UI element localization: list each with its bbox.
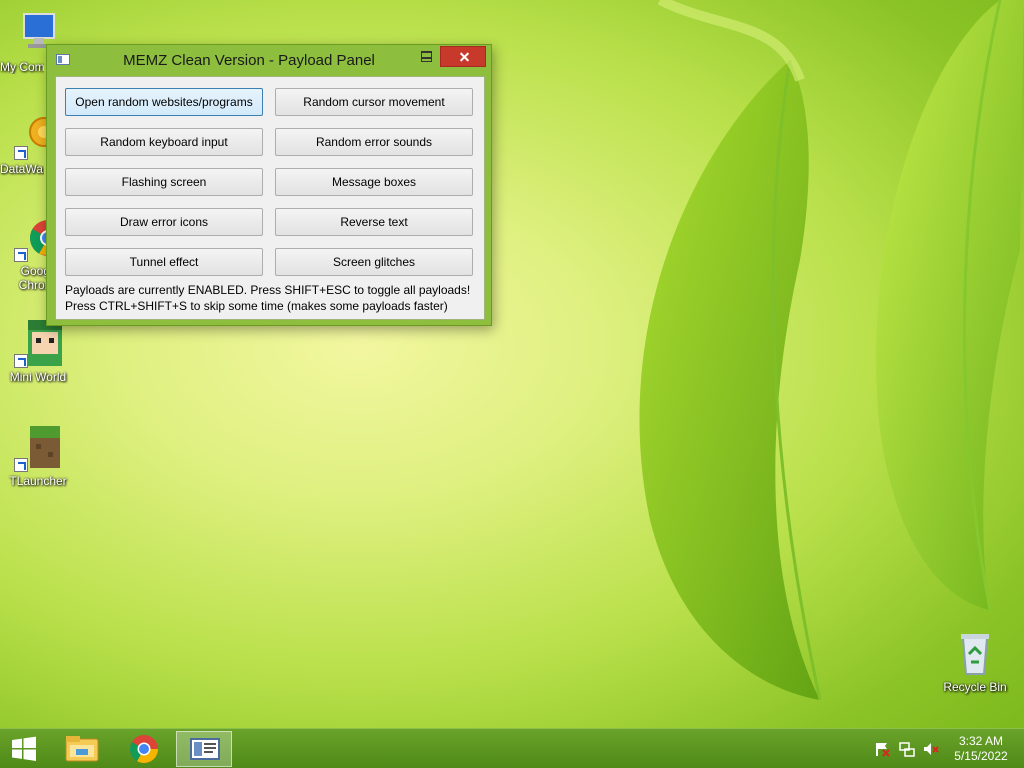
payload-reverse-text-button[interactable]: Reverse text <box>275 208 473 236</box>
title-bar[interactable]: MEMZ Clean Version - Payload Panel <box>47 45 491 75</box>
payload-draw-error-icons-button[interactable]: Draw error icons <box>65 208 263 236</box>
payload-random-keyboard-input-button[interactable]: Random keyboard input <box>65 128 263 156</box>
payload-flashing-screen-button[interactable]: Flashing screen <box>65 168 263 196</box>
taskbar: 3:32 AM 5/15/2022 <box>0 728 1024 768</box>
desktop-icon-mini-world[interactable]: Mini World <box>0 320 76 384</box>
taskbar-file-explorer[interactable] <box>54 731 110 767</box>
payload-tunnel-effect-button[interactable]: Tunnel effect <box>65 248 263 276</box>
windows-start-icon <box>12 736 36 761</box>
recycle-bin-icon <box>951 630 999 678</box>
shortcut-arrow-icon <box>14 146 28 160</box>
desktop-icon-tlauncher[interactable]: TLauncher <box>0 424 76 488</box>
desktop-icon-label: TLauncher <box>9 474 67 488</box>
desktop-icon-label: Mini World <box>9 370 67 384</box>
system-clock[interactable]: 3:32 AM 5/15/2022 <box>944 734 1018 764</box>
desktop-icon-label: My Computer <box>0 60 44 74</box>
maximize-button[interactable] <box>413 45 439 65</box>
taskbar-memz-window[interactable] <box>176 731 232 767</box>
status-text-enabled: Payloads are currently ENABLED. Press SH… <box>65 283 471 297</box>
chrome-icon <box>130 735 158 763</box>
payload-open-random-websites-button[interactable]: Open random websites/programs <box>65 88 263 116</box>
mini-world-icon <box>14 320 62 368</box>
shortcut-arrow-icon <box>14 458 28 472</box>
clock-time: 3:32 AM <box>958 734 1004 748</box>
shortcut-arrow-icon <box>14 248 28 262</box>
desktop-icon-recycle-bin[interactable]: Recycle Bin <box>937 630 1013 694</box>
close-button[interactable] <box>440 46 486 67</box>
memz-payload-panel-window: MEMZ Clean Version - Payload Panel Open … <box>46 44 492 326</box>
desktop-icon-label: DataWarp <box>0 162 44 176</box>
taskbar-chrome[interactable] <box>116 731 172 767</box>
payload-random-error-sounds-button[interactable]: Random error sounds <box>275 128 473 156</box>
shortcut-arrow-icon <box>14 354 28 368</box>
network-icon[interactable] <box>899 741 915 757</box>
desktop-icon-label: Recycle Bin <box>943 680 1007 694</box>
start-button[interactable] <box>0 731 48 767</box>
payload-screen-glitches-button[interactable]: Screen glitches <box>275 248 473 276</box>
memz-window-icon <box>190 738 220 760</box>
volume-muted-icon[interactable] <box>923 741 939 757</box>
tlauncher-icon <box>14 424 62 472</box>
status-text-skip-time: Press CTRL+SHIFT+S to skip some time (ma… <box>65 299 448 313</box>
action-center-flag-icon[interactable] <box>874 741 890 757</box>
file-explorer-icon <box>65 736 99 762</box>
payload-message-boxes-button[interactable]: Message boxes <box>275 168 473 196</box>
payload-random-cursor-movement-button[interactable]: Random cursor movement <box>275 88 473 116</box>
clock-date: 5/15/2022 <box>954 749 1008 763</box>
payload-panel: Open random websites/programs Random cur… <box>55 76 485 320</box>
